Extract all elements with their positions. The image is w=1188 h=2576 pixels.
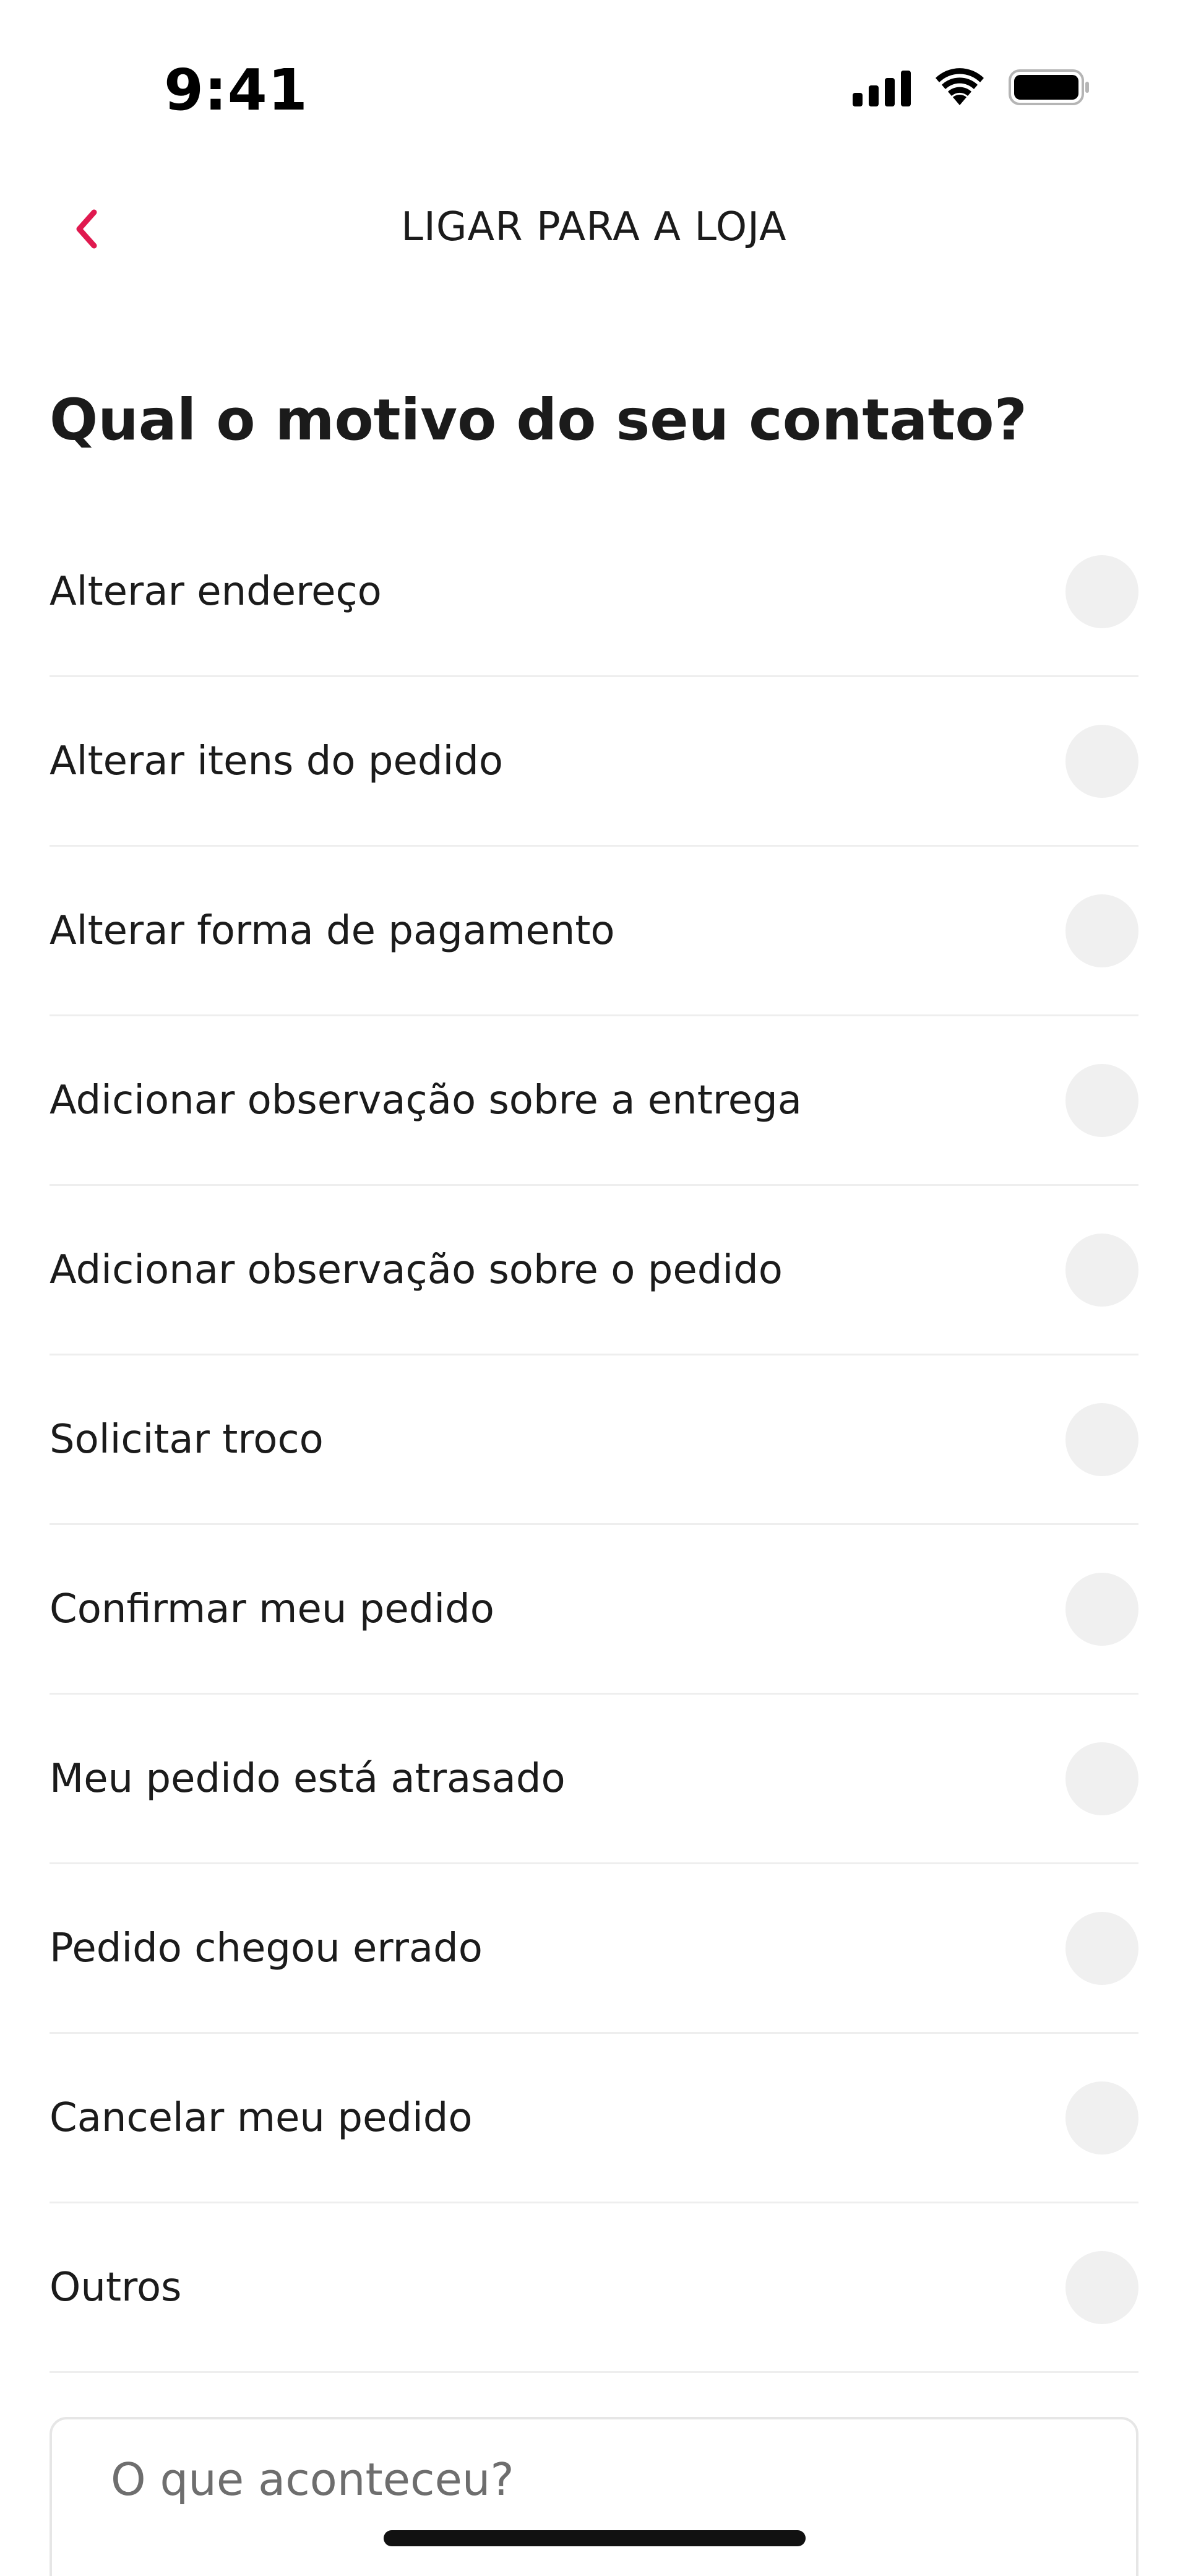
option-observacao-entrega[interactable]: Adicionar observação sobre a entrega (50, 1016, 1138, 1186)
status-icons (853, 68, 1090, 106)
option-label: Pedido chegou errado (50, 1925, 483, 1971)
battery-icon (1009, 68, 1090, 106)
reason-options-list: Alterar endereço Alterar itens do pedido… (50, 508, 1138, 2373)
option-alterar-endereco[interactable]: Alterar endereço (50, 508, 1138, 677)
radio-button[interactable] (1065, 1742, 1138, 1815)
radio-button[interactable] (1065, 894, 1138, 967)
wifi-icon (934, 68, 985, 106)
radio-button[interactable] (1065, 1233, 1138, 1307)
radio-button[interactable] (1065, 1911, 1138, 1985)
option-label: Alterar itens do pedido (50, 738, 504, 784)
details-textarea[interactable] (52, 2419, 1136, 2576)
option-alterar-pagamento[interactable]: Alterar forma de pagamento (50, 847, 1138, 1016)
option-pedido-errado[interactable]: Pedido chegou errado (50, 1864, 1138, 2034)
option-label: Alterar forma de pagamento (50, 907, 615, 954)
option-solicitar-troco[interactable]: Solicitar troco (50, 1355, 1138, 1525)
option-observacao-pedido[interactable]: Adicionar observação sobre o pedido (50, 1186, 1138, 1355)
status-time: 9:41 (164, 57, 308, 123)
screen: 9:41 LIGAR PARA A LOJA Qual o motivo do … (0, 0, 1188, 2576)
cellular-signal-icon (853, 69, 911, 106)
option-label: Meu pedido está atrasado (50, 1755, 566, 1802)
radio-button[interactable] (1065, 1063, 1138, 1137)
page-title: LIGAR PARA A LOJA (401, 204, 787, 250)
option-label: Confirmar meu pedido (50, 1586, 494, 1632)
radio-button[interactable] (1065, 1572, 1138, 1646)
option-cancelar-pedido[interactable]: Cancelar meu pedido (50, 2034, 1138, 2203)
radio-button[interactable] (1065, 2081, 1138, 2155)
radio-button[interactable] (1065, 724, 1138, 798)
radio-button[interactable] (1065, 2250, 1138, 2324)
radio-button[interactable] (1065, 555, 1138, 628)
option-alterar-itens[interactable]: Alterar itens do pedido (50, 677, 1138, 847)
radio-button[interactable] (1065, 1403, 1138, 1476)
option-label: Outros (50, 2264, 182, 2310)
question-heading: Qual o motivo do seu contato? (50, 387, 1027, 453)
option-label: Cancelar meu pedido (50, 2094, 473, 2141)
option-label: Adicionar observação sobre a entrega (50, 1077, 802, 1123)
home-indicator (384, 2530, 806, 2546)
option-outros[interactable]: Outros (50, 2203, 1138, 2373)
option-label: Alterar endereço (50, 568, 382, 615)
status-bar: 9:41 (0, 0, 1188, 161)
option-label: Adicionar observação sobre o pedido (50, 1247, 783, 1293)
option-confirmar-pedido[interactable]: Confirmar meu pedido (50, 1525, 1138, 1695)
option-label: Solicitar troco (50, 1416, 324, 1463)
header: LIGAR PARA A LOJA (0, 186, 1188, 272)
details-field-container (50, 2417, 1138, 2576)
option-pedido-atrasado[interactable]: Meu pedido está atrasado (50, 1695, 1138, 1864)
